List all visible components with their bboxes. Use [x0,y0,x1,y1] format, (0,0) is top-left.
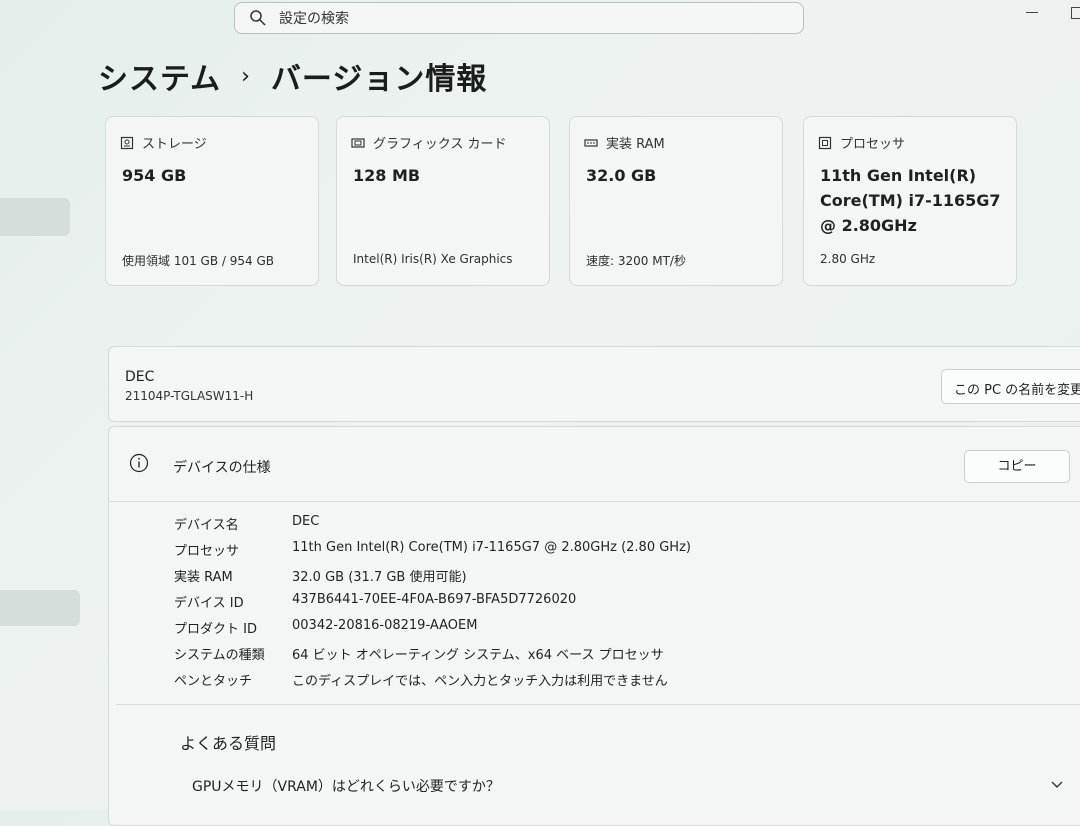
maximize-icon[interactable] [1071,7,1080,19]
card-label: グラフィックス カード [373,137,507,152]
graphics-card-icon [351,137,365,148]
device-specs-header[interactable]: デバイスの仕様 [109,427,1080,502]
spec-row: ペンとタッチ このディスプレイでは、ペン入力とタッチ入力は利用できません [174,670,691,696]
storage-card[interactable]: ストレージ 954 GB 使用領域 101 GB / 954 GB [105,116,319,286]
rename-pc-button[interactable]: この PC の名前を変更 [941,369,1080,404]
breadcrumb-parent[interactable]: システム [98,54,221,98]
spec-row: プロセッサ 11th Gen Intel(R) Core(TM) i7-1165G… [174,540,691,566]
card-value: 32.0 GB [586,166,657,185]
card-detail: Intel(R) Iris(R) Xe Graphics [353,252,513,266]
card-label: ストレージ [142,137,207,152]
info-icon [129,453,149,473]
page-title: バージョン情報 [270,62,488,97]
spec-key: プロセッサ [174,544,240,559]
card-detail: 速度: 3200 MT/秒 [586,254,686,268]
search-input[interactable]: 設定の検索 [234,2,804,34]
spec-key: デバイス ID [174,596,244,611]
card-label: プロセッサ [840,137,906,152]
spec-key: システムの種類 [174,648,265,663]
breadcrumb-separator: › [241,63,251,89]
graphics-card-card[interactable]: グラフィックス カード 128 MB Intel(R) Iris(R) Xe G… [336,116,550,286]
card-value: 954 GB [122,166,187,185]
spec-value: DEC [292,514,320,529]
device-model: 21104P-TGLASW11-H [125,389,254,403]
device-name-panel: DEC 21104P-TGLASW11-H [108,346,1080,422]
window-controls [1010,4,1080,24]
spec-value: 437B6441-70EE-4F0A-B697-BFA5D7726020 [292,592,577,607]
faq-question[interactable]: GPUメモリ（VRAM）はどれくらい必要ですか？ [192,776,500,796]
spec-row: 実装 RAM 32.0 GB (31.7 GB 使用可能) [174,566,691,592]
chevron-down-icon[interactable] [1050,780,1064,790]
processor-icon [818,136,832,149]
spec-value: このディスプレイでは、ペン入力とタッチ入力は利用できません [292,674,668,689]
spec-row: デバイス名 DEC [174,514,691,540]
sidebar-item[interactable] [0,590,80,626]
spec-value: 11th Gen Intel(R) Core(TM) i7-1165G7 @ 2… [292,540,691,555]
breadcrumb: システム › バージョン情報 [98,54,487,98]
device-name: DEC [125,369,155,385]
card-detail: 2.80 GHz [820,252,876,266]
card-label: 実装 RAM [606,137,665,152]
specs-list: デバイス名 DEC プロセッサ 11th Gen Intel(R) Core(TM)… [174,514,691,696]
spec-key: 実装 RAM [174,570,233,585]
processor-card[interactable]: プロセッサ 11th Gen Intel(R) Core(TM) i7-1165… [803,116,1017,286]
storage-icon [120,136,134,149]
search-placeholder: 設定の検索 [279,11,349,27]
copy-button[interactable]: コピー [964,450,1070,483]
spec-key: デバイス名 [174,518,239,533]
search-icon [250,10,266,26]
ram-card[interactable]: 実装 RAM 32.0 GB 速度: 3200 MT/秒 [569,116,783,286]
spec-row: システムの種類 64 ビット オペレーティング システム、x64 ベース プロセッ… [174,644,691,670]
spec-row: プロダクト ID 00342-20816-08219-AAOEM [174,618,691,644]
card-value: 128 MB [353,166,421,185]
sidebar-item[interactable] [0,198,70,236]
card-value: 11th Gen Intel(R) Core(TM) i7-1165G7 @ 2… [820,166,1001,235]
spec-value: 64 ビット オペレーティング システム、x64 ベース プロセッサ [292,648,664,663]
divider [116,704,1080,705]
spec-key: ペンとタッチ [174,674,253,689]
minimize-icon[interactable] [1026,12,1038,13]
card-detail: 使用領域 101 GB / 954 GB [122,254,274,268]
faq-title: よくある質問 [180,734,277,753]
spec-value: 32.0 GB (31.7 GB 使用可能) [292,570,467,585]
device-specs-title: デバイスの仕様 [173,460,271,476]
spec-row: デバイス ID 437B6441-70EE-4F0A-B697-BFA5D7726… [174,592,691,618]
spec-value: 00342-20816-08219-AAOEM [292,618,478,633]
ram-icon [584,138,598,147]
spec-key: プロダクト ID [174,622,257,637]
